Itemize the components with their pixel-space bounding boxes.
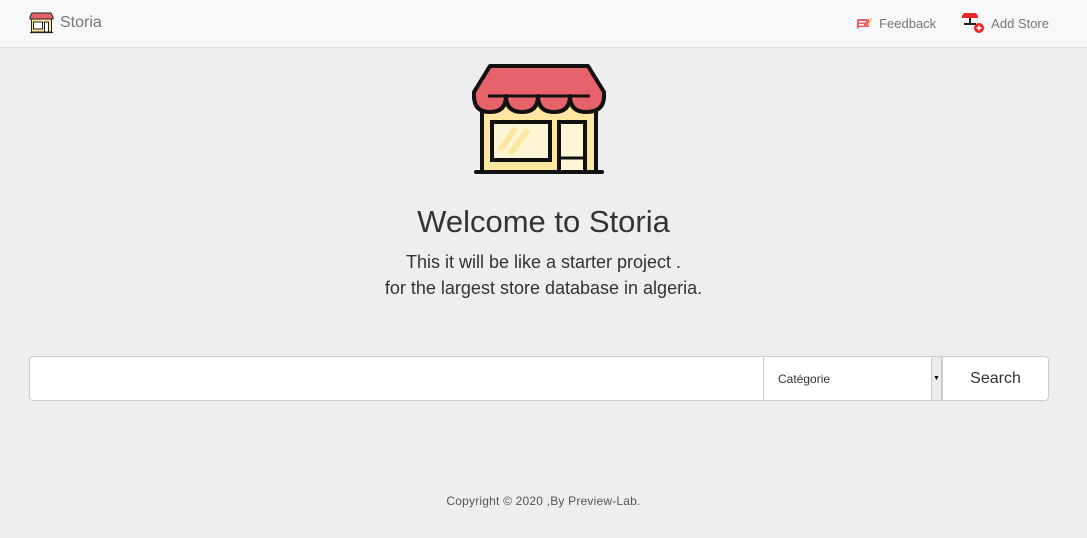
add-store-icon (962, 12, 984, 34)
category-select[interactable]: Catégorie ▼ (764, 356, 942, 401)
feedback-link[interactable]: Feedback (856, 16, 936, 31)
search-button[interactable]: Search (942, 356, 1049, 401)
subtitle-line-2: for the largest store database in algeri… (0, 278, 1087, 299)
brand-link[interactable]: Storia (29, 12, 102, 34)
page-title: Welcome to Storia (0, 204, 1087, 240)
search-input[interactable] (29, 356, 764, 401)
search-bar: Catégorie ▼ Search (29, 356, 1049, 401)
footer-copyright: Copyright © 2020 ,By Preview-Lab. (0, 494, 1087, 508)
category-selected-value: Catégorie (778, 372, 830, 386)
feedback-icon (856, 16, 872, 30)
feedback-label: Feedback (879, 16, 936, 31)
nav-links: Feedback Add Store (830, 12, 1049, 34)
subtitle-line-1: This it will be like a starter project . (0, 252, 1087, 273)
add-store-label: Add Store (991, 16, 1049, 31)
add-store-link[interactable]: Add Store (962, 12, 1049, 34)
brand-label: Storia (60, 14, 102, 32)
navbar: Storia Feedback (0, 0, 1087, 48)
storefront-icon (29, 12, 54, 34)
storefront-hero-icon (470, 62, 608, 178)
chevron-down-icon[interactable]: ▼ (931, 357, 941, 400)
